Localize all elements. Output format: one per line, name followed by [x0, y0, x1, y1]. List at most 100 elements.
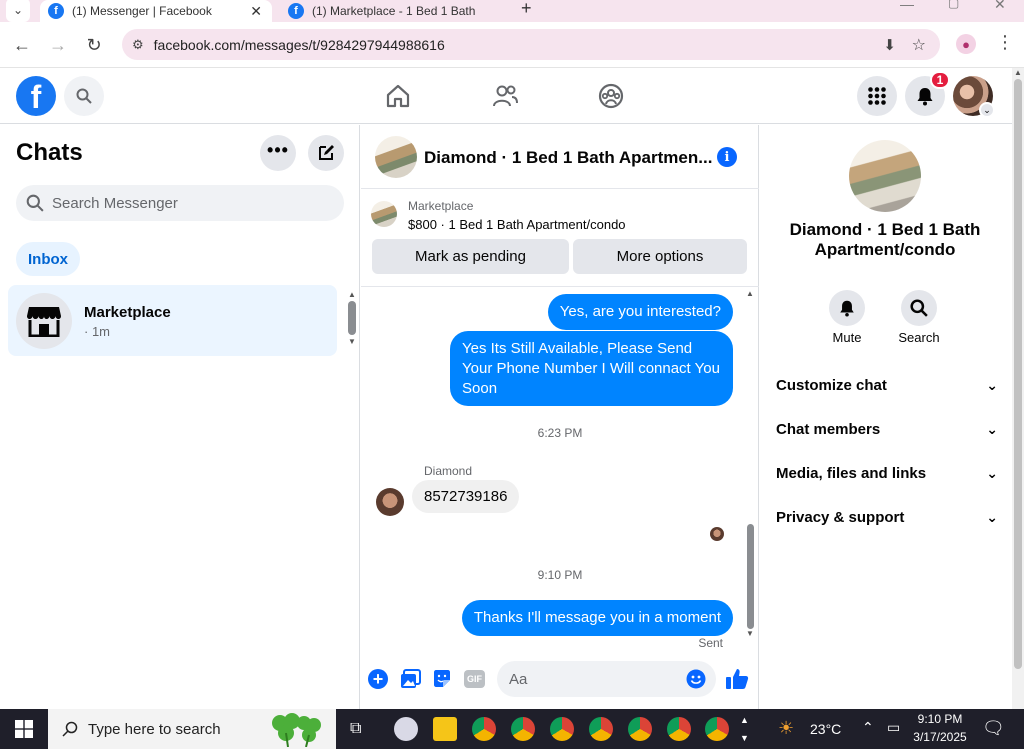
- sticker-button[interactable]: [432, 669, 452, 694]
- menu-button[interactable]: [857, 76, 897, 116]
- mute-button[interactable]: [829, 290, 865, 326]
- sender-name: Diamond: [424, 464, 473, 478]
- sticky-notes-icon[interactable]: [433, 717, 457, 741]
- facebook-logo-icon[interactable]: f: [16, 76, 56, 116]
- search-placeholder: Search Messenger: [52, 194, 178, 212]
- friends-nav-button[interactable]: [491, 82, 519, 115]
- composer-placeholder: Aa: [509, 671, 528, 688]
- bell-icon: [840, 300, 854, 317]
- listing-title[interactable]: $800 · 1 Bed 1 Bath Apartment/condo: [408, 217, 626, 232]
- chrome-icon[interactable]: [472, 717, 496, 741]
- install-app-icon[interactable]: ⬇: [883, 36, 896, 54]
- chat-list-scrollbar[interactable]: ▲ ▼: [347, 290, 357, 350]
- minimize-icon[interactable]: —: [900, 0, 914, 12]
- conversation-scrollbar[interactable]: ▲ ▼: [744, 289, 756, 645]
- chrome-icon[interactable]: [667, 717, 691, 741]
- mark-as-pending-button[interactable]: Mark as pending: [372, 239, 569, 274]
- page-scrollbar[interactable]: ▲: [1012, 68, 1024, 709]
- send-like-button[interactable]: [725, 668, 749, 695]
- privacy-support-section[interactable]: Privacy & support ⌄: [776, 509, 998, 526]
- chevron-down-icon: ⌄: [986, 421, 998, 437]
- groups-nav-button[interactable]: [597, 82, 625, 115]
- gif-button[interactable]: GIF: [464, 670, 485, 688]
- windows-logo-icon: [15, 720, 33, 738]
- browser-menu-icon[interactable]: ⋮: [996, 32, 1014, 53]
- emoji-icon[interactable]: [686, 669, 706, 689]
- chrome-icon[interactable]: [628, 717, 652, 741]
- scroll-thumb[interactable]: [746, 524, 754, 629]
- shamrock-icon: [266, 711, 324, 748]
- back-arrow-icon[interactable]: ←: [10, 33, 34, 57]
- more-options-button[interactable]: More options: [573, 239, 747, 274]
- profile-icon[interactable]: ●: [956, 34, 976, 54]
- taskbar-app-icon[interactable]: [394, 717, 418, 741]
- taskbar-overflow-arrows-icon[interactable]: ▲ ▼: [740, 711, 749, 747]
- add-attachment-icon[interactable]: +: [368, 669, 388, 689]
- outgoing-message[interactable]: Thanks I'll message you in a moment: [461, 600, 733, 636]
- url-text: facebook.com/messages/t/9284297944988616: [153, 36, 445, 53]
- sender-avatar[interactable]: [376, 488, 404, 516]
- show-hidden-icons-icon[interactable]: ⌃: [862, 719, 874, 736]
- address-bar[interactable]: ⚙ facebook.com/messages/t/92842979449886…: [122, 29, 940, 60]
- scroll-up-icon: ▲: [746, 289, 754, 298]
- taskbar-search-box[interactable]: Type here to search: [48, 709, 336, 749]
- incoming-message[interactable]: 8572739186: [412, 480, 520, 513]
- taskbar-date[interactable]: 3/17/2025: [909, 730, 971, 744]
- account-chevron-down-icon[interactable]: ⌄: [979, 102, 995, 118]
- site-settings-icon[interactable]: ⚙: [132, 37, 144, 53]
- scroll-down-icon: ▼: [348, 337, 356, 346]
- start-button[interactable]: [15, 720, 33, 743]
- network-icon[interactable]: ▭: [887, 719, 900, 736]
- conversation-title[interactable]: Diamond · 1 Bed 1 Bath Apartmen...: [424, 148, 712, 168]
- outgoing-message[interactable]: Yes Its Still Available, Please Send You…: [450, 331, 733, 406]
- reload-icon[interactable]: ↻: [82, 33, 106, 57]
- inbox-filter-tab[interactable]: Inbox: [16, 242, 80, 276]
- close-tab-icon[interactable]: ✕: [250, 3, 262, 20]
- message-composer-input[interactable]: Aa: [497, 661, 716, 697]
- new-tab-plus-icon[interactable]: +: [521, 0, 532, 19]
- search-messenger-input[interactable]: Search Messenger: [16, 185, 344, 221]
- chat-members-section[interactable]: Chat members ⌄: [776, 421, 998, 438]
- chrome-icon[interactable]: [550, 717, 574, 741]
- read-receipt-avatar: [710, 527, 724, 541]
- search-in-conversation-button[interactable]: [901, 290, 937, 326]
- home-nav-button[interactable]: [384, 82, 412, 115]
- sent-status: Sent: [698, 636, 723, 650]
- attach-photo-button[interactable]: [400, 669, 421, 694]
- taskbar-time[interactable]: 9:10 PM: [913, 712, 967, 726]
- media-files-links-section[interactable]: Media, files and links ⌄: [776, 465, 998, 482]
- friends-icon: [493, 85, 518, 107]
- task-view-icon[interactable]: ⧉: [350, 720, 361, 738]
- info-icon[interactable]: i: [717, 147, 737, 167]
- scroll-up-icon: ▲: [1014, 68, 1022, 77]
- tab-marketplace[interactable]: f (1) Marketplace - 1 Bed 1 Bath: [280, 0, 512, 22]
- listing-avatar[interactable]: [375, 136, 417, 178]
- tab-label: (1) Messenger | Facebook: [72, 4, 212, 18]
- new-message-button[interactable]: [308, 135, 344, 171]
- timestamp: 6:23 PM: [537, 426, 583, 440]
- notification-center-icon[interactable]: 🗨: [982, 718, 1005, 739]
- listing-profile-photo[interactable]: [849, 140, 921, 212]
- chrome-icon[interactable]: [589, 717, 613, 741]
- chrome-icon[interactable]: [511, 717, 535, 741]
- facebook-header: f 1 ⌄: [0, 68, 1012, 124]
- photo-icon: [401, 669, 421, 688]
- chat-list-item[interactable]: Marketplace · 1m: [8, 285, 337, 356]
- weather-temperature[interactable]: 23°C: [810, 721, 841, 737]
- chats-options-button[interactable]: •••: [260, 135, 296, 171]
- mute-label: Mute: [832, 330, 862, 345]
- tab-search-chevron-icon[interactable]: ⌄: [6, 0, 30, 22]
- chrome-icon[interactable]: [705, 717, 729, 741]
- tab-messenger[interactable]: f (1) Messenger | Facebook ✕: [40, 0, 272, 22]
- scroll-thumb[interactable]: [1014, 79, 1022, 669]
- customize-chat-section[interactable]: Customize chat ⌄: [776, 377, 998, 394]
- chats-title: Chats: [16, 139, 83, 166]
- forward-arrow-icon[interactable]: →: [46, 33, 70, 57]
- close-window-icon[interactable]: ✕: [994, 0, 1006, 13]
- scroll-thumb[interactable]: [348, 301, 356, 335]
- maximize-icon[interactable]: ▢: [948, 0, 959, 10]
- bookmark-star-icon[interactable]: ☆: [912, 35, 926, 55]
- search-button[interactable]: [64, 76, 104, 116]
- listing-source: Marketplace: [408, 199, 474, 213]
- outgoing-message[interactable]: Yes, are you interested?: [547, 294, 733, 330]
